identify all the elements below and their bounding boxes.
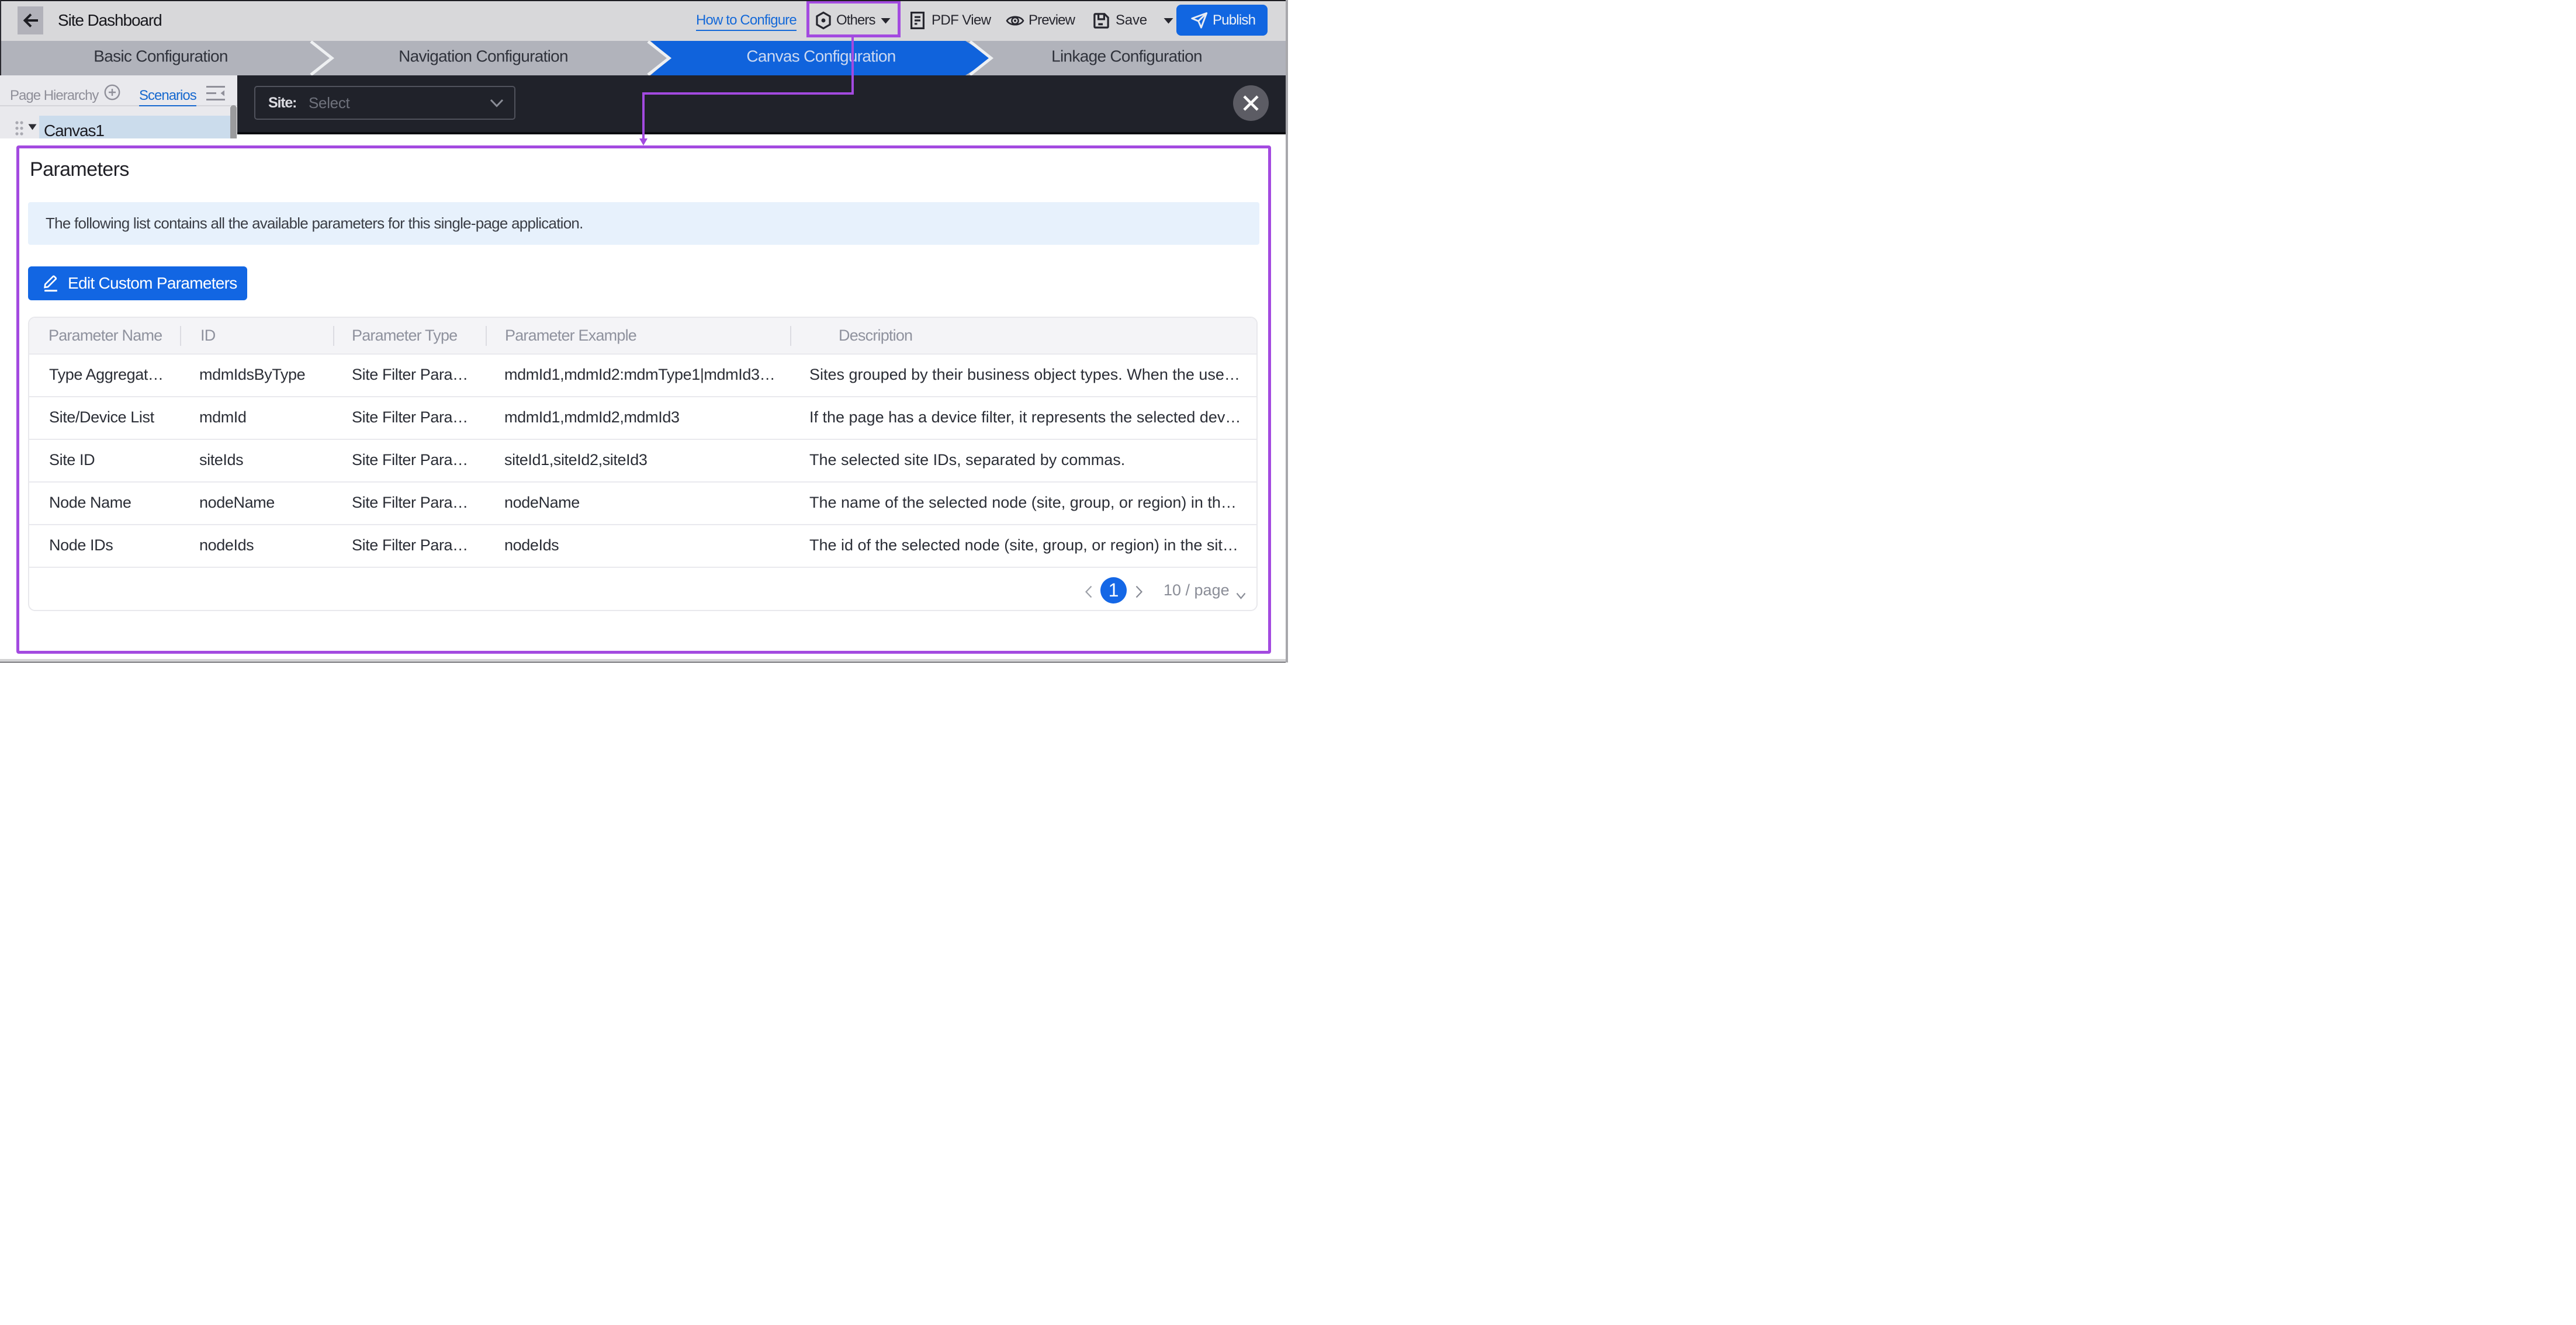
svg-text:Canvas Configuration: Canvas Configuration <box>746 47 895 65</box>
svg-text:Navigation Configuration: Navigation Configuration <box>399 47 568 65</box>
svg-text:Linkage Configuration: Linkage Configuration <box>1051 47 1202 65</box>
svg-text:Basic Configuration: Basic Configuration <box>94 47 228 65</box>
